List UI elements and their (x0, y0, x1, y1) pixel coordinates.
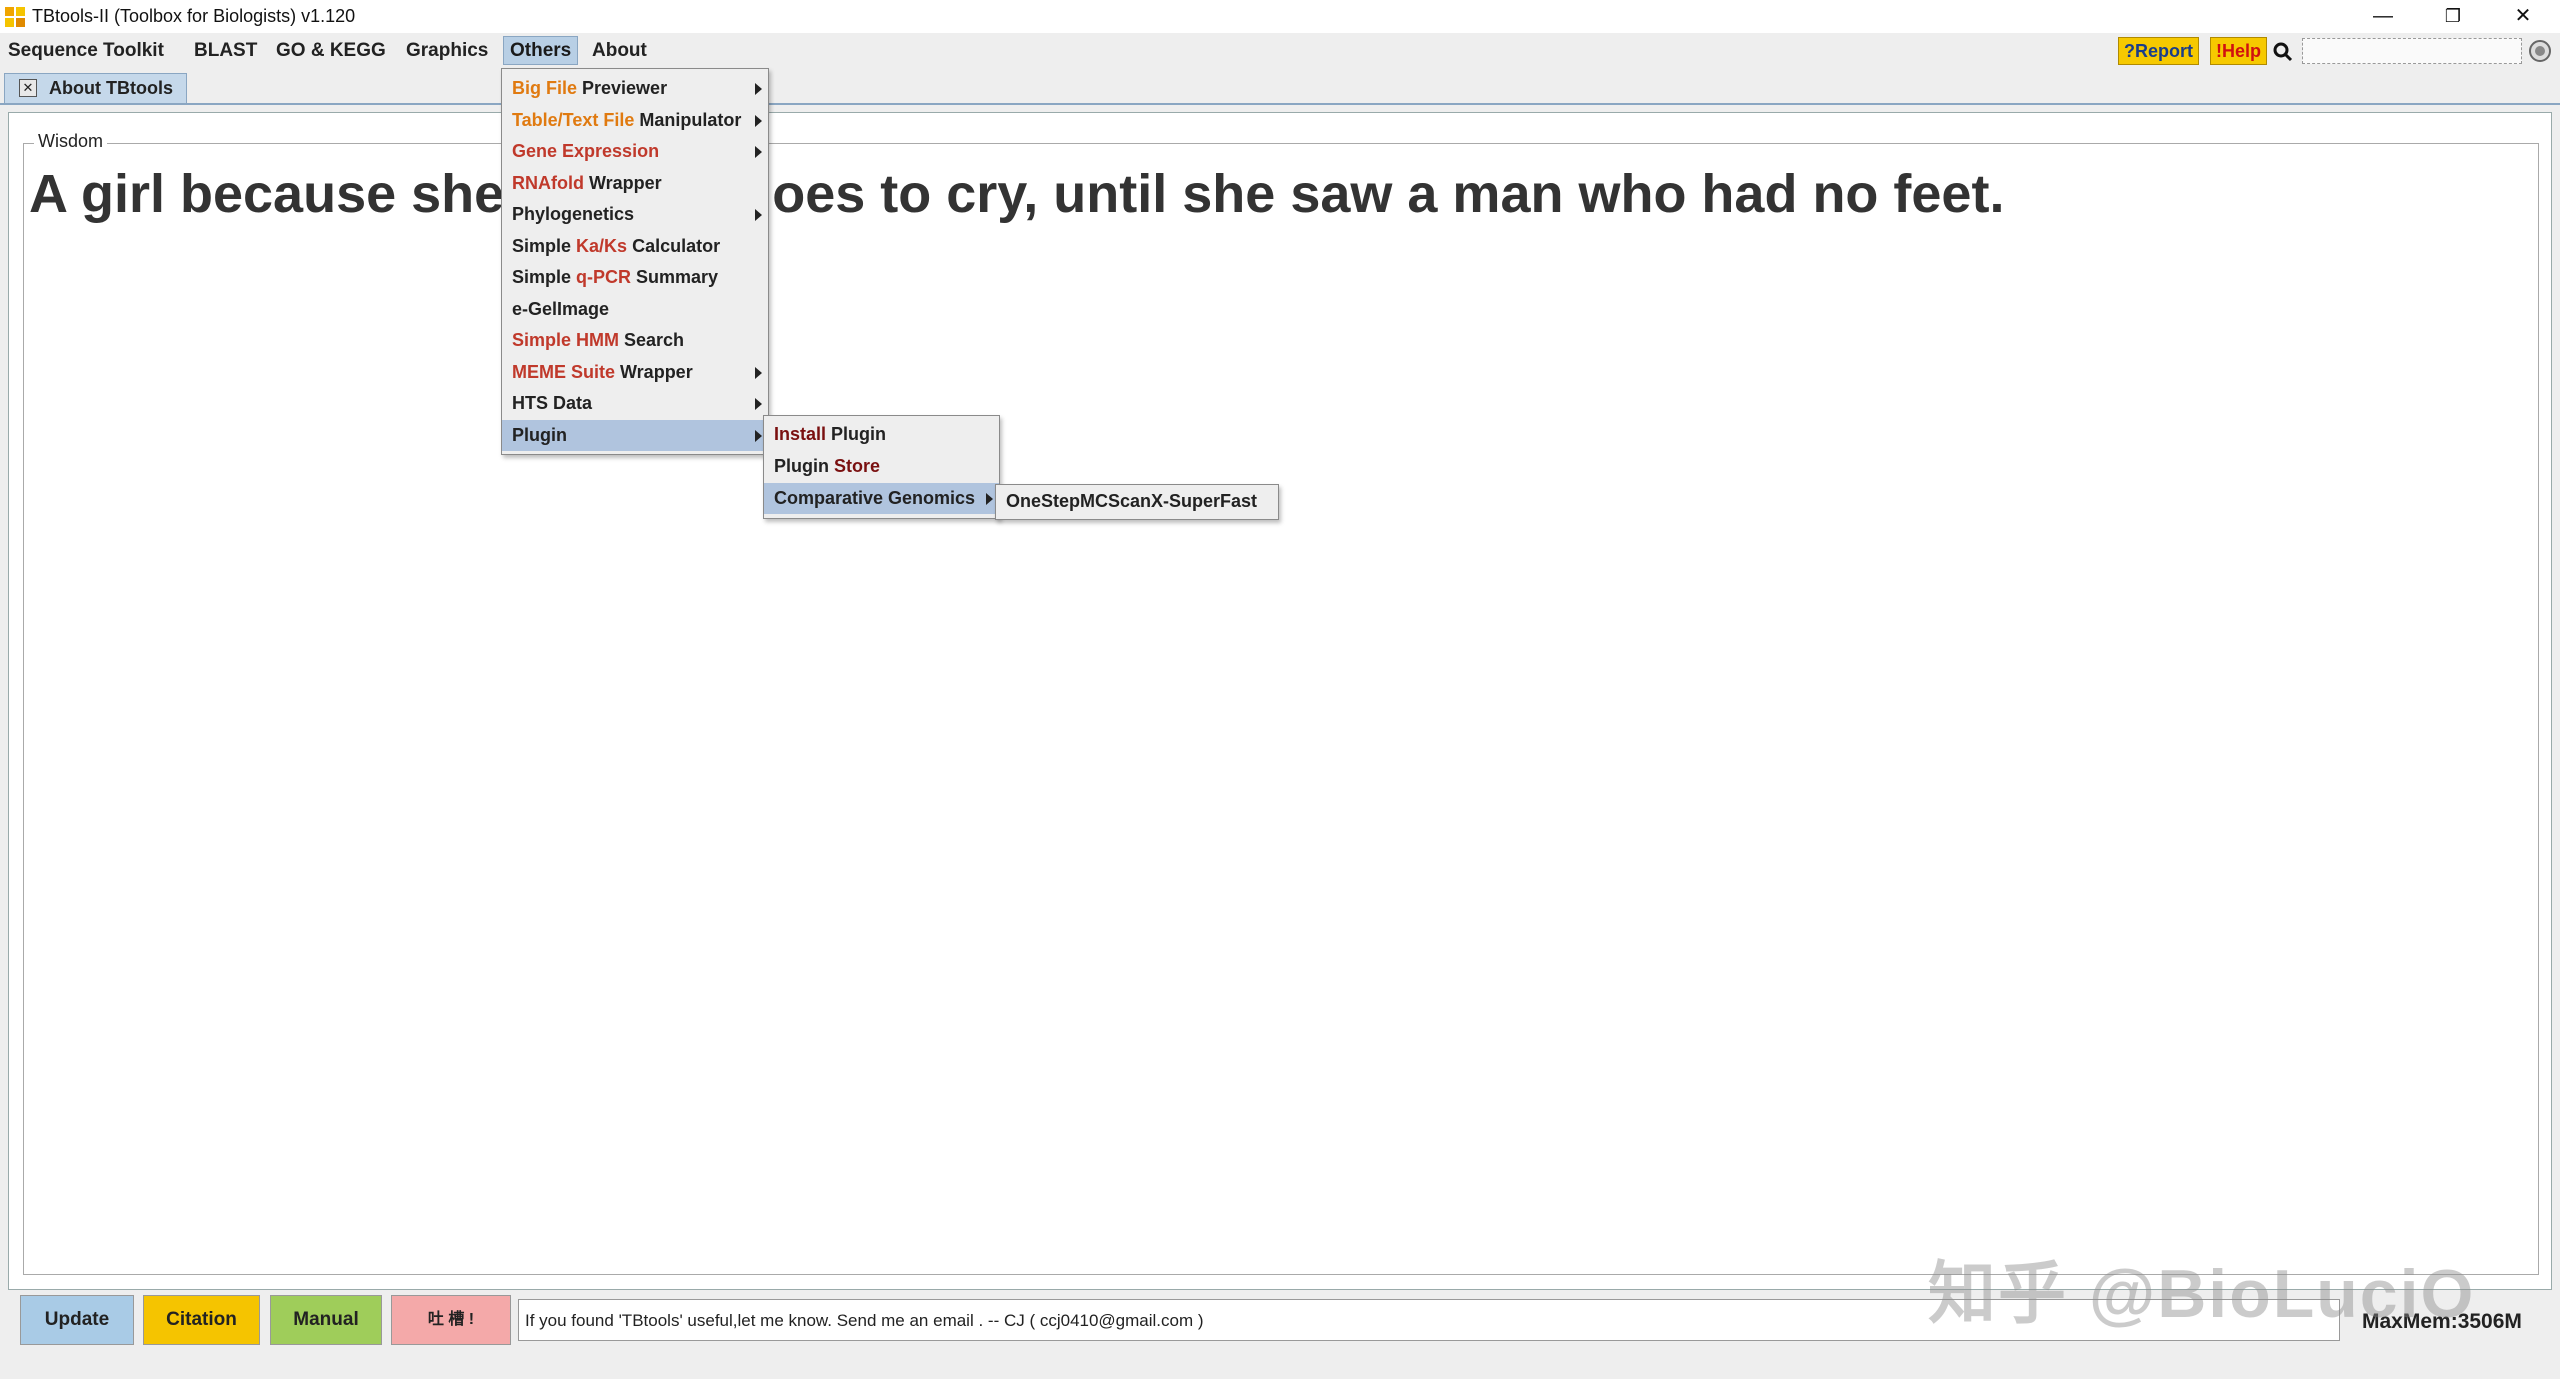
watermark-text: 知乎 @BioLuciO (1928, 1256, 2476, 1332)
menu-item-text: Previewer (577, 78, 668, 98)
menu-about[interactable]: About (586, 37, 653, 64)
menu-item-gene-expression[interactable]: Gene Expression (502, 136, 768, 167)
tbtools-app-icon (5, 7, 25, 27)
menu-bar: Sequence Toolkit BLAST GO & KEGG Graphic… (0, 33, 2560, 69)
tab-about-tbtools[interactable]: ✕ About TBtools (4, 73, 187, 104)
menu-item-text: Store (834, 456, 881, 476)
menu-item-text: Plugin (512, 424, 567, 445)
menu-item-text: Ka/Ks (576, 235, 628, 256)
menu-item-text: Wrapper (583, 172, 662, 193)
menu-item-rnafold-wrapper[interactable]: RNAfold Wrapper (502, 168, 768, 199)
menu-item-e-gelimage[interactable]: e-GelImage (502, 294, 768, 325)
menu-go-kegg[interactable]: GO & KEGG (270, 37, 392, 64)
menu-others[interactable]: Others (503, 36, 579, 65)
search-icon[interactable] (2272, 41, 2294, 63)
minimize-button[interactable]: — (2348, 0, 2418, 33)
menu-item-text: e-GelImage (512, 298, 610, 319)
close-button[interactable]: ✕ (2488, 0, 2558, 33)
menu-item-text: Simple (512, 235, 577, 256)
menu-item-text: Wrapper (615, 361, 693, 382)
menu-item-text: Plugin (774, 456, 834, 476)
menu-item-text: MEME Suite (512, 361, 616, 382)
menu-item-text: HTS Data (512, 393, 593, 413)
menu-item-plugin[interactable]: Plugin (502, 419, 768, 451)
menu-item-meme-suite-wrapper[interactable]: MEME Suite Wrapper (502, 357, 768, 388)
menu-item-install-plugin[interactable]: Install Plugin (764, 419, 999, 450)
update-button[interactable]: Update (20, 1295, 134, 1345)
settings-circle-icon[interactable] (2528, 39, 2552, 63)
wisdom-legend: Wisdom (34, 131, 108, 152)
menu-item-text: Big File (512, 78, 578, 98)
menu-item-text: OneStepMCScanX-SuperFast (1006, 491, 1258, 511)
menu-item-text: Summary (631, 267, 719, 287)
menu-item-text: Search (619, 330, 685, 350)
submenu-arrow-icon (755, 429, 762, 442)
menu-item-plugin-store[interactable]: Plugin Store (764, 451, 999, 482)
menu-item-simple-q-pcr-summary[interactable]: Simple q-PCR Summary (502, 262, 768, 293)
submenu-arrow-icon (755, 83, 762, 95)
citation-button[interactable]: Citation (143, 1295, 260, 1345)
tab-label: About TBtools (49, 78, 173, 98)
help-button[interactable]: !Help (2210, 37, 2267, 65)
menu-item-text: Table/Text File (512, 109, 635, 130)
menu-item-phylogenetics[interactable]: Phylogenetics (502, 199, 768, 230)
submenu-arrow-icon (755, 366, 762, 379)
menu-item-text: Gene Expression (512, 141, 660, 161)
title-bar: TBtools-II (Toolbox for Biologists) v1.1… (0, 0, 2560, 33)
others-dropdown-menu: Big File Previewer Table/Text File Manipu… (501, 68, 769, 455)
wisdom-quote: A girl because she oes to cry, until she … (29, 163, 2004, 225)
report-button[interactable]: ?Report (2118, 37, 2199, 65)
wisdom-quote-left: A girl because she (29, 164, 505, 224)
submenu-arrow-icon (755, 114, 762, 127)
submenu-arrow-icon (755, 209, 762, 221)
menu-item-simple-ka-ks-calculator[interactable]: Simple Ka/Ks Calculator (502, 231, 768, 262)
wisdom-quote-right: oes to cry, until she saw a man who had … (772, 164, 2005, 224)
menu-item-table-text-file-manipulator[interactable]: Table/Text File Manipulator (502, 105, 768, 136)
menu-item-text: Simple (512, 267, 577, 287)
manual-button[interactable]: Manual (270, 1295, 382, 1345)
menu-item-big-file-previewer[interactable]: Big File Previewer (502, 73, 768, 104)
menu-item-onestepmcscanx-superfast[interactable]: OneStepMCScanX-SuperFast (996, 486, 1278, 517)
menu-item-comparative-genomics[interactable]: Comparative Genomics (764, 483, 999, 514)
submenu-arrow-icon (755, 398, 762, 410)
tab-close-icon[interactable]: ✕ (19, 79, 37, 97)
about-panel: Wisdom A girl because she oes to cry, unt… (8, 112, 2552, 1290)
menu-item-text: RNAfold (512, 172, 584, 193)
menu-blast[interactable]: BLAST (188, 37, 263, 64)
restore-button[interactable]: ❐ (2418, 0, 2488, 33)
menu-item-text: Plugin (826, 424, 887, 444)
comparative-genomics-submenu: OneStepMCScanX-SuperFast (995, 484, 1279, 520)
menu-item-text: Manipulator (634, 109, 742, 130)
menu-item-text: q-PCR (576, 267, 632, 287)
menu-item-hts-data[interactable]: HTS Data (502, 388, 768, 419)
menu-sequence-toolkit[interactable]: Sequence Toolkit (2, 37, 170, 64)
menu-item-text: Calculator (627, 235, 721, 256)
feedback-button[interactable]: 吐 槽 ! (391, 1295, 511, 1345)
window-title: TBtools-II (Toolbox for Biologists) v1.1… (32, 6, 356, 26)
submenu-arrow-icon (986, 493, 993, 505)
tab-divider (0, 103, 2560, 105)
plugin-submenu: Install Plugin Plugin Store Comparative Ge… (763, 415, 1000, 519)
menu-item-text: Simple HMM (512, 330, 620, 350)
menu-item-simple-hmm-search[interactable]: Simple HMM Search (502, 325, 768, 356)
menu-item-text: Comparative Genomics (774, 488, 976, 508)
submenu-arrow-icon (755, 146, 762, 158)
wisdom-group: Wisdom (23, 131, 2539, 1275)
menu-graphics[interactable]: Graphics (400, 37, 494, 64)
menu-item-text: Install (774, 424, 827, 444)
menu-item-text: Phylogenetics (512, 204, 635, 224)
search-input[interactable] (2302, 38, 2522, 64)
